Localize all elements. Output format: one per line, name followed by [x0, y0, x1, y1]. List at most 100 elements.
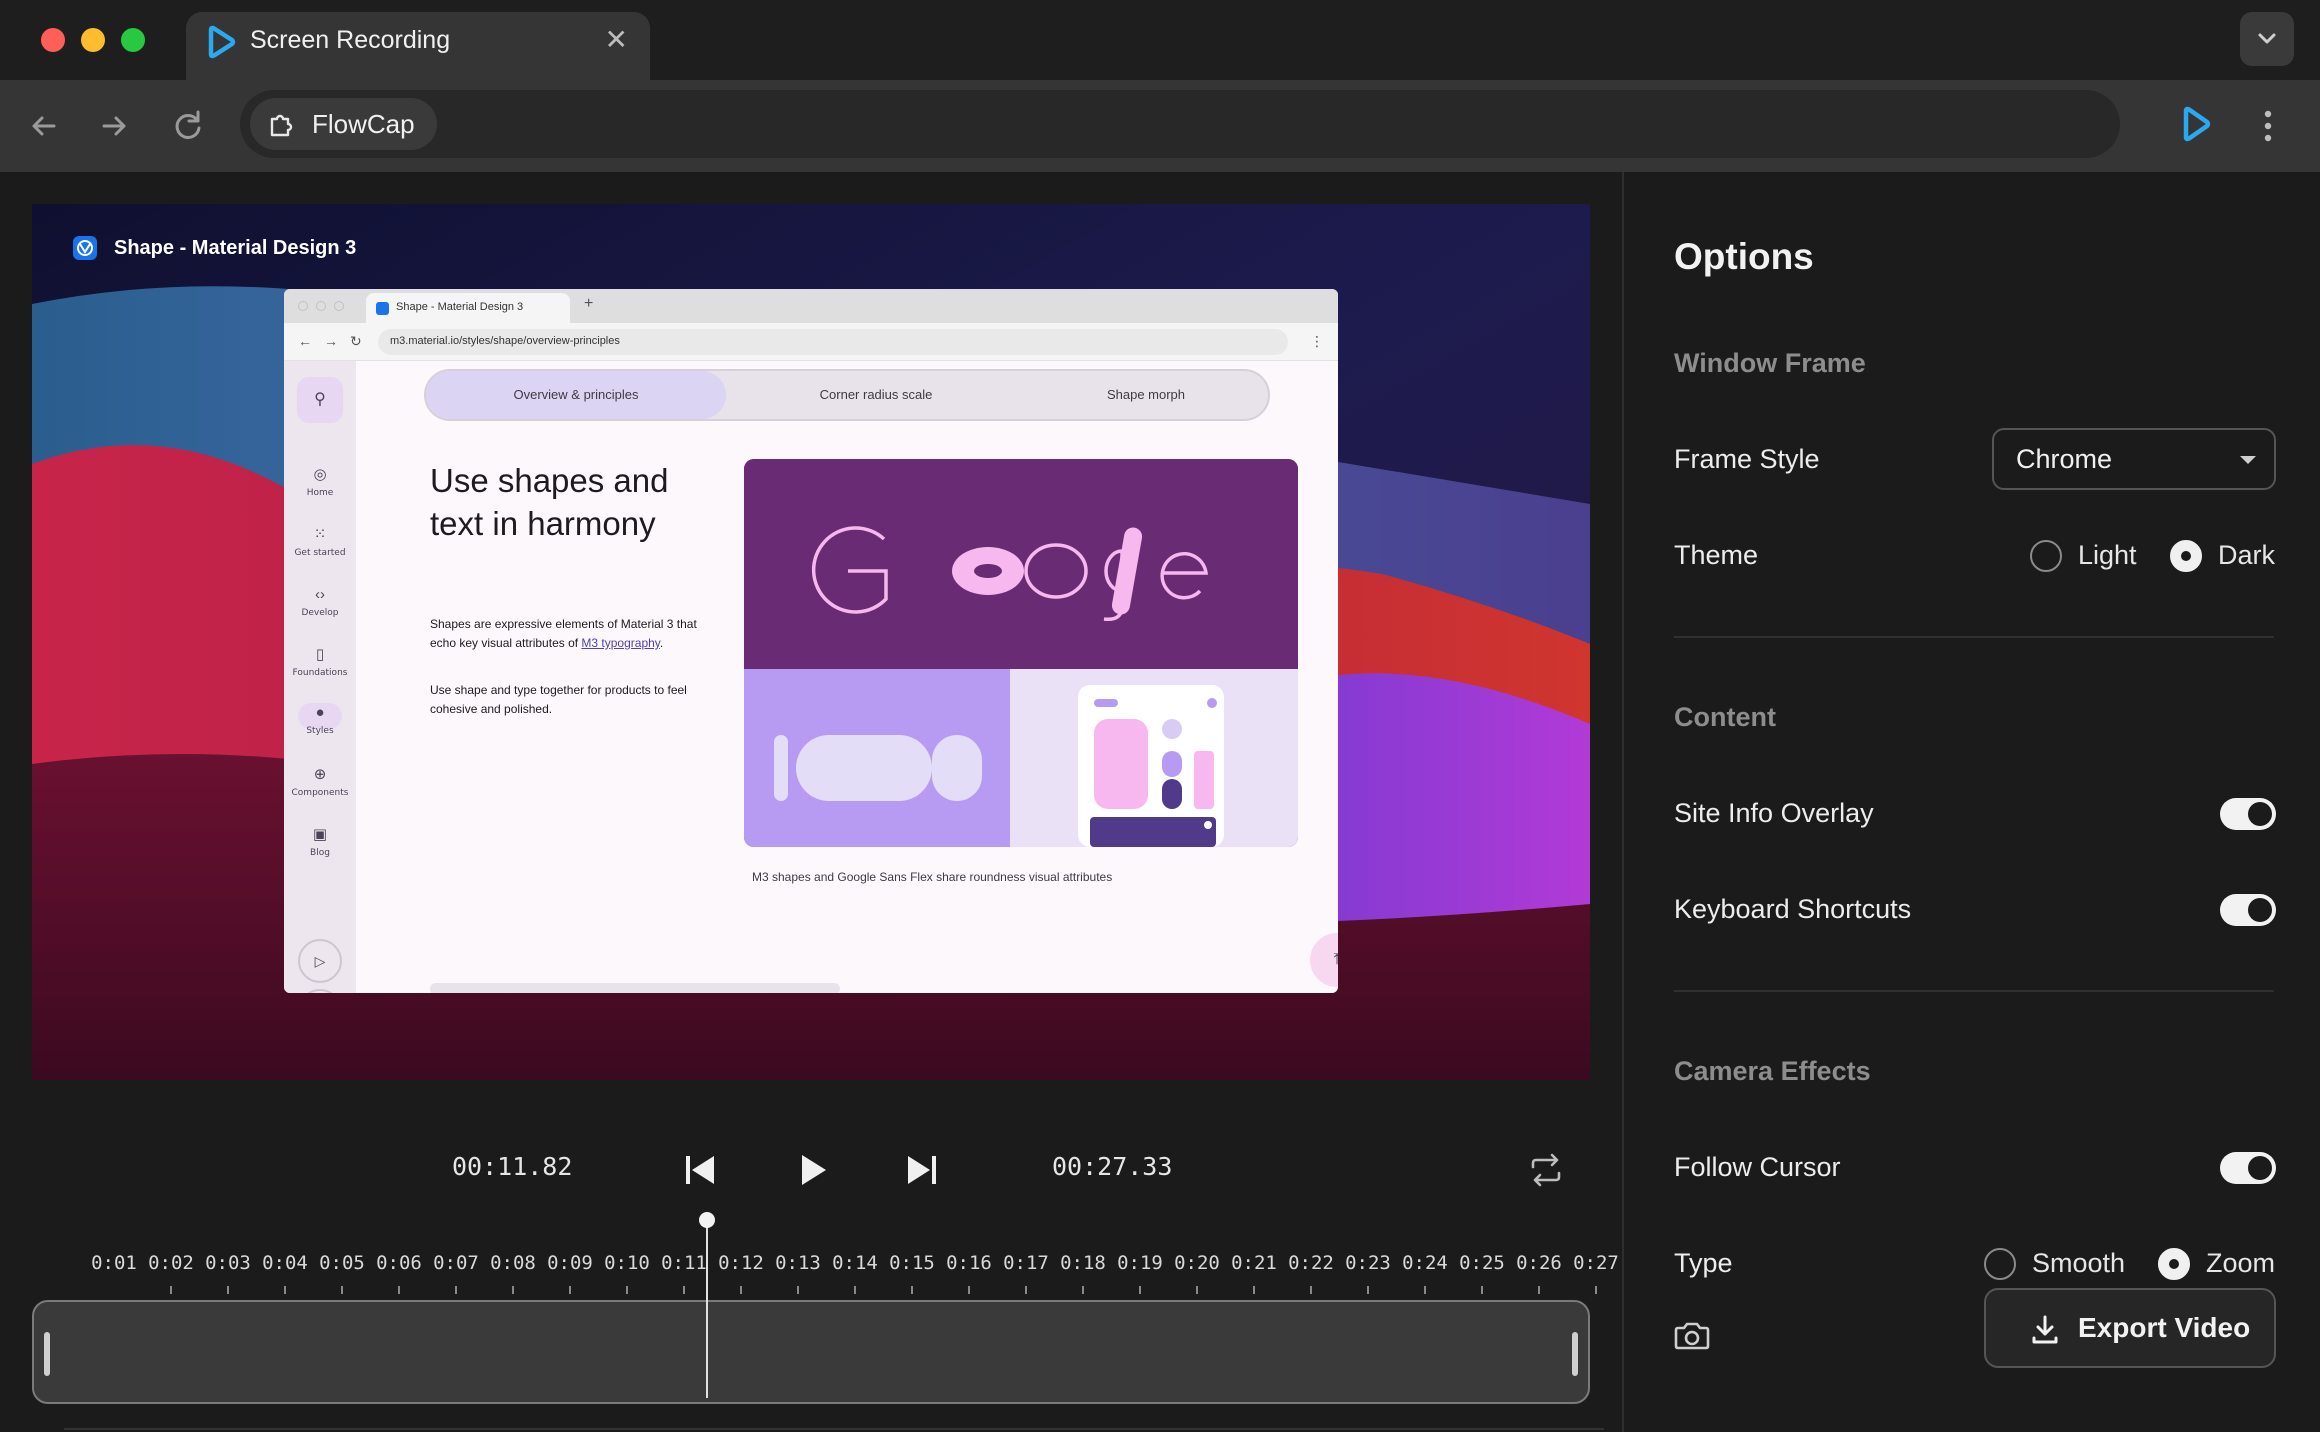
- site-info-overlay-toggle[interactable]: [2220, 798, 2276, 830]
- timeline-tick-label: 0:20: [1174, 1252, 1220, 1274]
- more-vert-icon[interactable]: [2252, 102, 2284, 150]
- recorded-more-icon: ⋮: [1310, 333, 1324, 349]
- m3-next-section-fragment: [430, 983, 840, 993]
- timeline-tick-mark: [1196, 1286, 1198, 1294]
- download-icon: [2032, 1315, 2058, 1344]
- blog-icon: ▣: [312, 826, 328, 843]
- recording-preview: Shape - Material Design 3 Shape - Materi…: [32, 204, 1590, 1080]
- timeline-tick-mark: [170, 1286, 172, 1294]
- site-info-overlay-label: Site Info Overlay: [1674, 798, 1874, 828]
- rail-play-icon: ▷: [298, 939, 342, 983]
- skip-previous-icon[interactable]: [678, 1148, 722, 1192]
- frame-style-select[interactable]: Chrome: [1992, 428, 2276, 490]
- chevron-down-icon: [2258, 33, 2276, 44]
- trim-end-handle[interactable]: [1572, 1332, 1578, 1376]
- frame-style-value: Chrome: [2016, 444, 2113, 474]
- m3-caption: M3 shapes and Google Sans Flex share rou…: [752, 870, 1113, 884]
- type-zoom-label: Zoom: [2206, 1248, 2276, 1278]
- playhead-knob[interactable]: [699, 1212, 715, 1228]
- timeline-tick-mark: [1253, 1286, 1255, 1294]
- export-video-button[interactable]: Export Video: [1984, 1288, 2276, 1368]
- timeline-tick-label: 0:15: [889, 1252, 935, 1274]
- timeline-tick-mark: [1424, 1286, 1426, 1294]
- m3-tab-shape-morph: Shape morph: [1106, 387, 1186, 402]
- theme-dark-radio[interactable]: [2170, 540, 2202, 572]
- scroll-to-top-icon: ⤒: [1310, 933, 1338, 987]
- timeline-tick-mark: [569, 1286, 571, 1294]
- tab-close-icon[interactable]: ✕: [605, 26, 628, 54]
- recorded-window-dot: [298, 301, 308, 311]
- timeline-tick-mark: [797, 1286, 799, 1294]
- m3-tab-overview: Overview & principles: [426, 371, 726, 419]
- site-info-chip[interactable]: FlowCap: [250, 98, 437, 150]
- screenshot-camera-icon[interactable]: [1664, 1308, 1720, 1364]
- section-window-frame: Window Frame: [1674, 348, 1866, 378]
- timeline-tick-label: 0:23: [1345, 1252, 1391, 1274]
- loop-icon[interactable]: [1524, 1148, 1568, 1192]
- tab-search-button[interactable]: [2240, 12, 2294, 66]
- window-minimize-button[interactable]: [81, 28, 105, 52]
- timeline-tick-label: 0:11: [661, 1252, 707, 1274]
- theme-light-label: Light: [2078, 540, 2137, 570]
- dropdown-caret-icon: [2240, 456, 2256, 464]
- options-title: Options: [1674, 236, 1814, 277]
- timeline-tick-label: 0:24: [1402, 1252, 1448, 1274]
- type-zoom-radio[interactable]: [2158, 1248, 2190, 1280]
- timeline-tick-mark: [911, 1286, 913, 1294]
- section-divider: [1674, 636, 2274, 638]
- timeline-tick-label: 0:19: [1117, 1252, 1163, 1274]
- rail-item-home: ◎ Home: [306, 466, 334, 498]
- follow-cursor-label: Follow Cursor: [1674, 1152, 1841, 1182]
- export-video-label: Export Video: [2078, 1312, 2251, 1343]
- timeline-tick-mark: [284, 1286, 286, 1294]
- flowcap-extension-icon[interactable]: [2176, 102, 2216, 146]
- theme-dark-label: Dark: [2218, 540, 2276, 570]
- m3-hero-illustration: [744, 459, 1298, 847]
- recorded-url: m3.material.io/styles/shape/overview-pri…: [390, 335, 620, 347]
- rail-item-develop: ‹› Develop: [301, 586, 339, 618]
- theme-label: Theme: [1674, 540, 1759, 570]
- play-icon[interactable]: [790, 1148, 834, 1192]
- forward-arrow-icon[interactable]: [90, 102, 138, 150]
- reload-icon[interactable]: [164, 102, 212, 150]
- playhead[interactable]: [706, 1220, 708, 1398]
- theme-light-radio[interactable]: [2030, 540, 2062, 572]
- timeline-tick-mark: [683, 1286, 685, 1294]
- timeline-tick-mark: [398, 1286, 400, 1294]
- timeline-tick-mark: [512, 1286, 514, 1294]
- rail-item-get-started: ⁙ Get started: [294, 526, 346, 558]
- timeline-tick-label: 0:21: [1231, 1252, 1277, 1274]
- type-smooth-radio[interactable]: [1984, 1248, 2016, 1280]
- trim-start-handle[interactable]: [44, 1332, 50, 1376]
- timeline-track[interactable]: [32, 1300, 1590, 1404]
- rail-dark-mode-icon: ◐: [298, 989, 342, 993]
- timeline-tick-label: 0:09: [547, 1252, 593, 1274]
- window-maximize-button[interactable]: [121, 28, 145, 52]
- browser-tab[interactable]: Screen Recording ✕: [186, 12, 650, 80]
- timeline-tick-mark: [1595, 1286, 1597, 1294]
- app-main: Shape - Material Design 3 Shape - Materi…: [0, 172, 2320, 1432]
- timeline-tick-label: 0:25: [1459, 1252, 1505, 1274]
- recorded-tab-strip: Shape - Material Design 3 +: [284, 289, 1338, 323]
- skip-next-icon[interactable]: [900, 1148, 944, 1192]
- palette-icon: ●: [315, 704, 325, 721]
- options-panel: Options Window Frame Frame Style Chrome …: [1624, 172, 2320, 1282]
- frame-style-label: Frame Style: [1674, 444, 1820, 474]
- timeline-tick-label: 0:13: [775, 1252, 821, 1274]
- current-time: 00:11.82: [452, 1152, 573, 1181]
- follow-cursor-toggle[interactable]: [2220, 1152, 2276, 1184]
- rail-item-styles: ● Styles: [284, 703, 356, 736]
- back-arrow-icon[interactable]: [20, 102, 68, 150]
- code-icon: ‹›: [315, 586, 325, 603]
- recorded-forward-icon: →: [324, 333, 338, 349]
- puzzle-extension-icon: [270, 114, 293, 137]
- camera-type-label: Type: [1674, 1248, 1733, 1278]
- address-bar[interactable]: FlowCap: [240, 90, 2120, 158]
- timeline-bottom-divider: [64, 1428, 1604, 1430]
- timeline-tick-mark: [1367, 1286, 1369, 1294]
- window-close-button[interactable]: [41, 28, 65, 52]
- m3-navigation-rail: ⚲ ◎ Home ⁙ Get started ‹› Develop ▯ Foun…: [284, 361, 356, 993]
- add-circle-icon: ⊕: [313, 766, 327, 783]
- keyboard-shortcuts-toggle[interactable]: [2220, 894, 2276, 926]
- m3-tab-corner-radius: Corner radius scale: [819, 387, 933, 402]
